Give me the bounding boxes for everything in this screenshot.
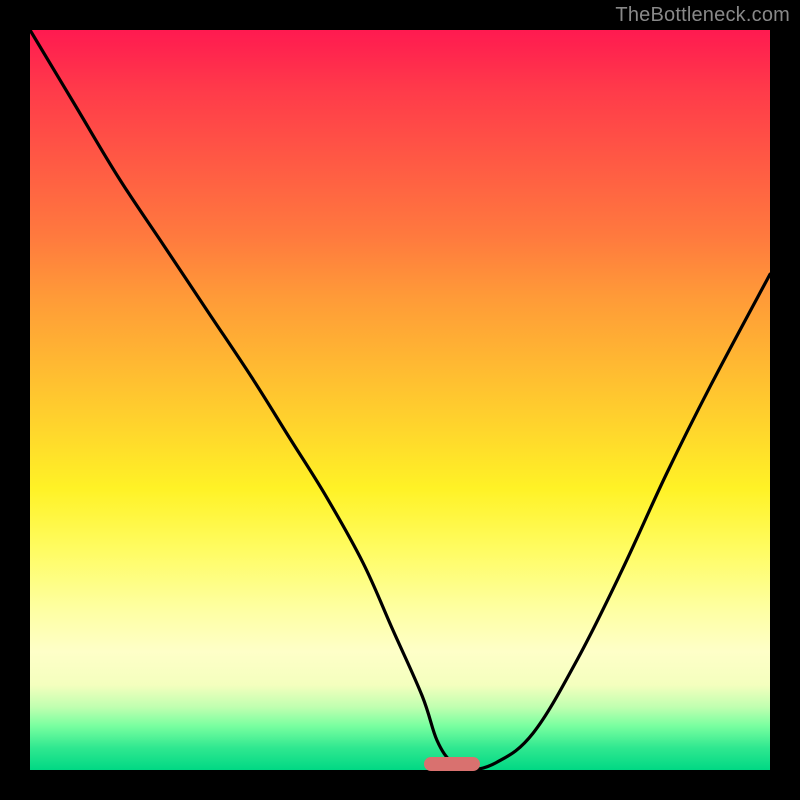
plot-area [30,30,770,770]
chart-frame: TheBottleneck.com [0,0,800,800]
attribution-text: TheBottleneck.com [615,4,790,27]
optimum-marker [424,757,480,771]
bottleneck-curve [30,30,770,770]
curve-layer [30,30,770,770]
